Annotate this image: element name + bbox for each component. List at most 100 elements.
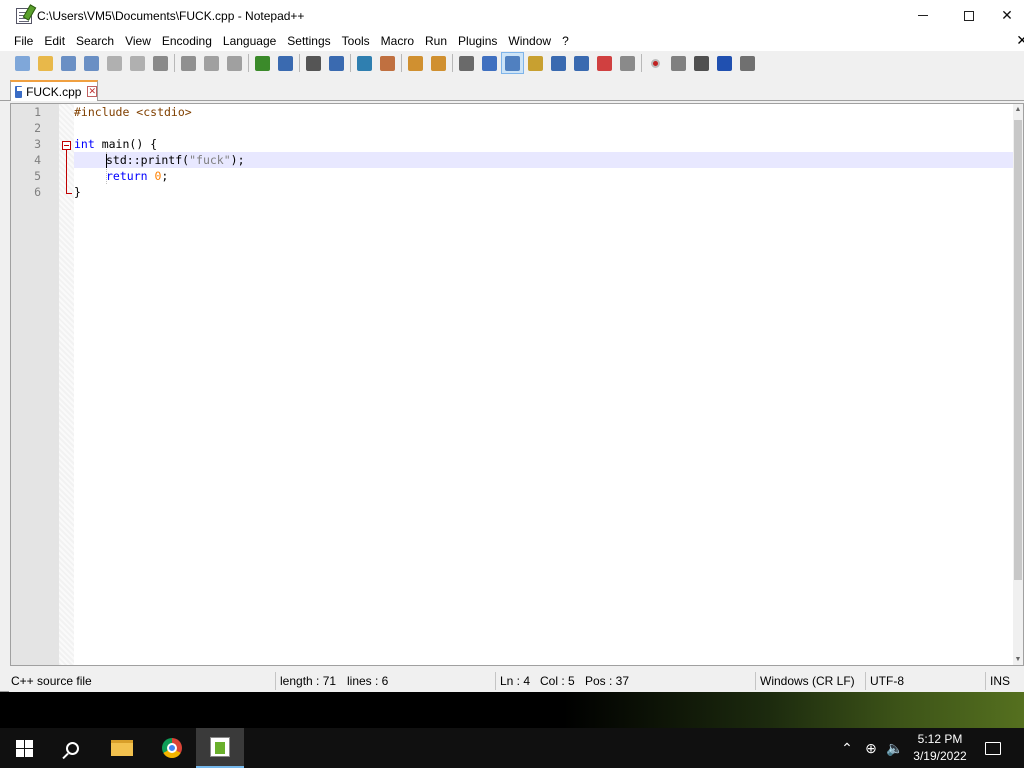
status-lines: lines : 6 [347, 674, 389, 688]
play-macro-button[interactable] [690, 52, 713, 74]
print-button[interactable] [149, 52, 172, 74]
zoom-in-icon [357, 55, 372, 71]
save-all-icon [84, 55, 99, 71]
folder-icon [111, 740, 133, 756]
document-map-icon [551, 55, 566, 71]
search-icon [65, 741, 79, 755]
close-all-icon [130, 55, 145, 71]
toolbar-separator [401, 54, 402, 72]
menu-macro[interactable]: Macro [376, 31, 419, 51]
indent-guide-button[interactable] [501, 52, 524, 74]
code-line-6: } [11, 184, 1015, 200]
paste-button[interactable] [223, 52, 246, 74]
network-icon[interactable]: ⊕ [860, 728, 882, 768]
scroll-up-icon[interactable]: ▲ [1013, 106, 1023, 113]
status-position: Pos : 37 [585, 674, 630, 688]
show-all-characters-button[interactable] [478, 52, 501, 74]
menu-settings[interactable]: Settings [282, 31, 335, 51]
play-macro-icon [694, 55, 709, 71]
copy-button[interactable] [200, 52, 223, 74]
sync-horizontal-button[interactable] [427, 52, 450, 74]
function-signature: main() { [94, 137, 158, 151]
preprocessor-directive: #include <cstdio> [74, 105, 192, 119]
notepadpp-window: C:\Users\VM5\Documents\FUCK.cpp - Notepa… [0, 0, 1024, 692]
keyword-int: int [74, 137, 95, 151]
find-button[interactable] [302, 52, 325, 74]
save-macro-button[interactable] [736, 52, 759, 74]
stop-recording-button[interactable] [667, 52, 690, 74]
record-macro-button[interactable] [644, 52, 667, 74]
close-icon: ✕ [1001, 7, 1013, 23]
save-macro-icon [740, 55, 755, 71]
new-file-button[interactable] [11, 52, 34, 74]
save-icon [61, 55, 76, 71]
word-wrap-button[interactable] [455, 52, 478, 74]
cut-button[interactable] [177, 52, 200, 74]
scrollbar-thumb[interactable] [1014, 120, 1022, 580]
taskbar-notepadpp[interactable] [196, 728, 244, 768]
save-button[interactable] [57, 52, 80, 74]
undo-icon [255, 55, 270, 71]
menu-edit[interactable]: Edit [39, 31, 70, 51]
replace-icon [329, 55, 344, 71]
replace-button[interactable] [325, 52, 348, 74]
zoom-in-button[interactable] [353, 52, 376, 74]
toolbar [0, 51, 1024, 75]
code-editor[interactable]: 1 2 3 4 5 6 #include <cstdio> int main()… [10, 103, 1024, 666]
code-line-3: int main() { [11, 136, 1015, 152]
taskbar-file-explorer[interactable] [98, 728, 146, 768]
text-caret [106, 154, 107, 168]
show-hidden-icons-button[interactable]: ⌃ [838, 728, 856, 768]
notification-center-button[interactable] [978, 728, 1008, 768]
title-bar[interactable]: C:\Users\VM5\Documents\FUCK.cpp - Notepa… [0, 0, 1024, 31]
redo-button[interactable] [274, 52, 297, 74]
open-file-button[interactable] [34, 52, 57, 74]
function-list-button[interactable] [570, 52, 593, 74]
run-macro-multiple-button[interactable] [713, 52, 736, 74]
clock[interactable]: 5:12 PM 3/19/2022 [908, 731, 972, 765]
notepadpp-app-icon[interactable] [16, 7, 32, 24]
close-button[interactable] [103, 52, 126, 74]
menu-file[interactable]: File [9, 31, 38, 51]
menu-run[interactable]: Run [420, 31, 452, 51]
minimize-button[interactable] [900, 0, 946, 31]
close-all-button[interactable] [126, 52, 149, 74]
menu-view[interactable]: View [120, 31, 156, 51]
fold-collapse-icon[interactable] [62, 141, 71, 150]
menu-encoding[interactable]: Encoding [157, 31, 217, 51]
notification-icon [985, 741, 1001, 755]
menu-search[interactable]: Search [71, 31, 119, 51]
monitoring-button[interactable] [616, 52, 639, 74]
menu-window[interactable]: Window [503, 31, 556, 51]
start-button[interactable] [0, 728, 48, 768]
status-eol: Windows (CR LF) [760, 674, 855, 688]
close-window-button[interactable]: ✕ [990, 0, 1024, 31]
save-all-button[interactable] [80, 52, 103, 74]
menu-help[interactable]: ? [557, 31, 574, 51]
document-map-button[interactable] [547, 52, 570, 74]
maximize-button[interactable] [946, 0, 992, 31]
folder-as-workspace-button[interactable] [593, 52, 616, 74]
tab-bar: FUCK.cpp ✕ [0, 77, 1024, 101]
undo-button[interactable] [251, 52, 274, 74]
find-icon [306, 55, 321, 71]
sync-vertical-button[interactable] [404, 52, 427, 74]
taskbar-chrome[interactable] [148, 728, 196, 768]
menu-plugins[interactable]: Plugins [453, 31, 502, 51]
close-document-button[interactable]: ✕ [1016, 31, 1024, 49]
zoom-out-button[interactable] [376, 52, 399, 74]
status-insert-mode: INS [990, 674, 1011, 688]
statement-end: ); [230, 153, 245, 167]
volume-icon[interactable]: 🔈 [884, 728, 906, 768]
menu-language[interactable]: Language [218, 31, 281, 51]
code-line-4: std::printf("fuck"); [11, 152, 1015, 168]
vertical-scrollbar[interactable]: ▲ ▼ [1013, 104, 1023, 665]
menu-tools[interactable]: Tools [337, 31, 375, 51]
scroll-down-icon[interactable]: ▼ [1013, 656, 1023, 663]
search-button[interactable] [48, 728, 96, 768]
status-column: Col : 5 [540, 674, 575, 688]
tab-fuck-cpp[interactable]: FUCK.cpp ✕ [10, 80, 98, 101]
user-defined-language-button[interactable] [524, 52, 547, 74]
tab-close-icon[interactable]: ✕ [87, 86, 97, 97]
fold-end-marker [66, 193, 72, 194]
